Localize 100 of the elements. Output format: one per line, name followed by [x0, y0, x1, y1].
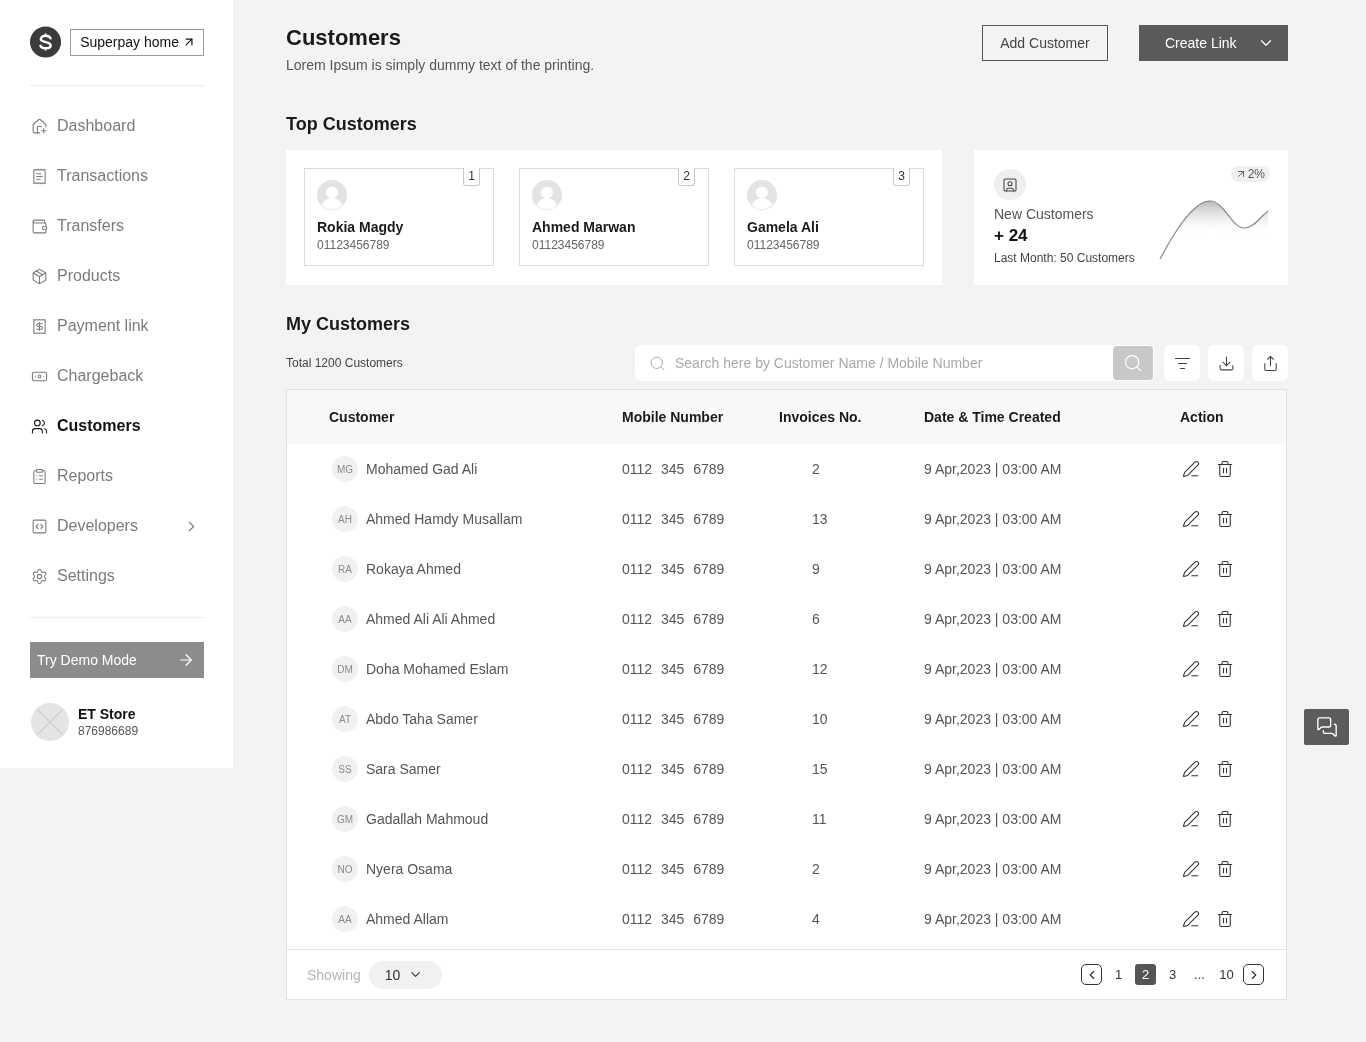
next-page-button[interactable]: [1243, 964, 1264, 985]
account-number: 876986689: [78, 724, 139, 738]
settings-icon: [31, 567, 48, 585]
edit-button[interactable]: [1182, 860, 1200, 878]
edit-button[interactable]: [1182, 710, 1200, 728]
upload-button[interactable]: [1252, 345, 1288, 381]
edit-button[interactable]: [1182, 760, 1200, 778]
initials-avatar: AA: [332, 906, 358, 932]
page-number[interactable]: 3: [1162, 964, 1183, 985]
arrow-right-icon: [177, 651, 195, 669]
sidebar-nav-item[interactable]: Dashboard: [30, 101, 204, 151]
page-number[interactable]: 2: [1135, 964, 1156, 985]
page-number[interactable]: ...: [1189, 964, 1210, 985]
pencil-icon: [1182, 460, 1200, 478]
pencil-icon: [1182, 510, 1200, 528]
download-button[interactable]: [1208, 345, 1244, 381]
add-customer-button[interactable]: Add Customer: [982, 25, 1108, 61]
trash-icon: [1216, 910, 1234, 928]
trash-icon: [1216, 660, 1234, 678]
sidebar-nav-item[interactable]: Transactions: [30, 151, 204, 201]
section-title: Top Customers: [286, 113, 418, 136]
stat-value: + 24: [994, 225, 1028, 247]
wallet-icon: [31, 217, 48, 235]
edit-button[interactable]: [1182, 510, 1200, 528]
initials-avatar: MG: [332, 456, 358, 482]
initials-avatar: NO: [332, 856, 358, 882]
pencil-icon: [1182, 860, 1200, 878]
column-header: Mobile Number: [622, 409, 724, 425]
initials-avatar: GM: [332, 806, 358, 832]
page-number[interactable]: 1: [1108, 964, 1129, 985]
sidebar-nav-item[interactable]: Developers: [30, 501, 204, 551]
delete-button[interactable]: [1216, 610, 1234, 628]
invoice-count: 4: [812, 911, 820, 927]
sidebar-nav-item[interactable]: Products: [30, 251, 204, 301]
initials-avatar: DM: [332, 656, 358, 682]
created-date: 9 Apr,2023 | 03:00 AM: [924, 461, 1062, 477]
chat-button[interactable]: [1304, 709, 1349, 745]
delete-button[interactable]: [1216, 710, 1234, 728]
edit-button[interactable]: [1182, 610, 1200, 628]
delete-button[interactable]: [1216, 760, 1234, 778]
search-icon: [1123, 353, 1143, 373]
home-link[interactable]: Superpay home: [70, 28, 204, 56]
sidebar-nav-item[interactable]: Chargeback: [30, 351, 204, 401]
trash-icon: [1216, 510, 1234, 528]
trash-icon: [1216, 760, 1234, 778]
created-date: 9 Apr,2023 | 03:00 AM: [924, 811, 1062, 827]
sidebar-nav-item[interactable]: Customers: [30, 401, 204, 451]
rank-badge: 2: [678, 168, 695, 186]
logo-icon: [30, 23, 62, 61]
delete-button[interactable]: [1216, 460, 1234, 478]
edit-button[interactable]: [1182, 660, 1200, 678]
edit-button[interactable]: [1182, 910, 1200, 928]
delete-button[interactable]: [1216, 660, 1234, 678]
change-value: 2%: [1247, 167, 1265, 181]
upload-icon: [1261, 354, 1279, 372]
filter-button[interactable]: [1164, 345, 1200, 381]
edit-button[interactable]: [1182, 460, 1200, 478]
page-size-select[interactable]: 10: [368, 960, 442, 989]
sidebar-nav-item[interactable]: Settings: [30, 551, 204, 601]
delete-button[interactable]: [1216, 810, 1234, 828]
sidebar-nav-item[interactable]: Transfers: [30, 201, 204, 251]
customer-name: Gadallah Mahmoud: [366, 811, 489, 827]
mobile-number: 0112 345 6789: [622, 861, 725, 877]
invoice-count: 11: [812, 811, 827, 827]
customer-name: Rokia Magdy: [317, 218, 405, 236]
page-number[interactable]: 10: [1216, 964, 1237, 985]
sidebar-nav-item[interactable]: Payment link: [30, 301, 204, 351]
chat-icon: [1315, 716, 1338, 738]
created-date: 9 Apr,2023 | 03:00 AM: [924, 611, 1062, 627]
edit-button[interactable]: [1182, 810, 1200, 828]
stat-label: New Customers: [994, 205, 1094, 223]
mobile-number: 0112 345 6789: [622, 761, 725, 777]
receipt-icon: [31, 317, 48, 335]
delete-button[interactable]: [1216, 560, 1234, 578]
created-date: 9 Apr,2023 | 03:00 AM: [924, 861, 1062, 877]
sidebar-nav-item[interactable]: Reports: [30, 451, 204, 501]
create-link-button[interactable]: Create Link: [1139, 25, 1288, 61]
search-input[interactable]: Search here by Customer Name / Mobile Number: [675, 352, 1104, 374]
column-header: Date & Time Created: [924, 409, 1061, 425]
customer-name: Mohamed Gad Ali: [366, 461, 478, 477]
column-header: Action: [1180, 409, 1224, 425]
delete-button[interactable]: [1216, 860, 1234, 878]
invoice-count: 2: [812, 861, 820, 877]
mobile-number: 0112 345 6789: [622, 511, 725, 527]
previous-page-button[interactable]: [1081, 964, 1102, 985]
created-date: 9 Apr,2023 | 03:00 AM: [924, 661, 1062, 677]
delete-button[interactable]: [1216, 510, 1234, 528]
search-bar[interactable]: Search here by Customer Name / Mobile Number: [635, 345, 1154, 381]
pencil-icon: [1182, 610, 1200, 628]
mobile-number: 0112 345 6789: [622, 811, 725, 827]
invoice-count: 6: [812, 611, 820, 627]
delete-button[interactable]: [1216, 910, 1234, 928]
edit-button[interactable]: [1182, 560, 1200, 578]
clipboard-icon: [31, 467, 48, 485]
mobile-number: 0112 345 6789: [622, 711, 725, 727]
invoice-count: 13: [812, 511, 828, 527]
customer-name: Ahmed Hamdy Musallam: [366, 511, 523, 527]
customer-name: Ahmed Allam: [366, 911, 449, 927]
search-icon: [649, 354, 666, 372]
mobile-number: 0112 345 6789: [622, 561, 725, 577]
